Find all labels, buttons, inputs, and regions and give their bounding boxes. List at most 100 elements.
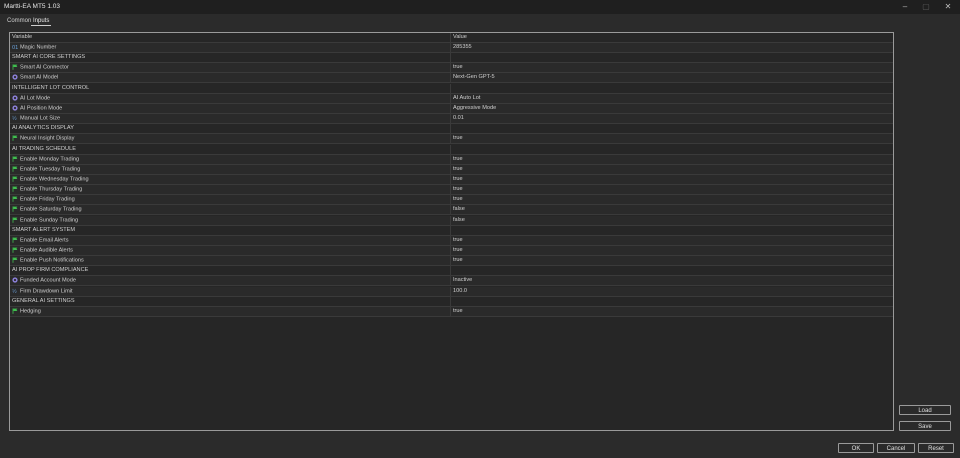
number-icon: 01	[12, 44, 18, 50]
value-column-header[interactable]: Value	[453, 34, 467, 40]
parameter-value[interactable]: Next-Gen GPT-5	[453, 74, 495, 80]
variable-label: Funded Account Mode	[20, 277, 76, 284]
column-divider	[450, 266, 451, 277]
flag-icon	[12, 186, 18, 192]
variable-column-header[interactable]: Variable	[12, 34, 32, 40]
save-button[interactable]: Save	[899, 421, 951, 431]
parameter-value[interactable]: true	[453, 176, 463, 182]
section-title: INTELLIGENT LOT CONTROL	[12, 85, 89, 91]
column-divider	[450, 205, 451, 216]
parameter-value[interactable]: Inactive	[453, 277, 472, 283]
parameter-value[interactable]: AI Auto Lot	[453, 95, 480, 101]
svg-text:01: 01	[12, 45, 18, 50]
column-divider	[450, 63, 451, 74]
parameter-value[interactable]: true	[453, 64, 463, 70]
section-row[interactable]: GENERAL AI SETTINGS	[10, 296, 893, 307]
flag-icon	[12, 237, 18, 243]
parameter-value[interactable]: true	[453, 166, 463, 172]
column-divider	[450, 296, 451, 307]
parameter-row[interactable]: AI Lot Mode AI Auto Lot	[10, 93, 893, 104]
variable-label: Neural Insight Display	[20, 135, 75, 142]
parameter-value[interactable]: true	[453, 135, 463, 141]
parameter-row[interactable]: Enable Push Notifications true	[10, 256, 893, 267]
parameter-value[interactable]: 285355	[453, 44, 472, 50]
parameter-value[interactable]: false	[453, 217, 465, 223]
parameter-row[interactable]: AI Position Mode Aggressive Mode	[10, 103, 893, 114]
parameter-row[interactable]: ½ Firm Drawdown Limit 100.0	[10, 286, 893, 297]
parameter-value[interactable]: true	[453, 247, 463, 253]
ok-button[interactable]: OK	[838, 443, 874, 453]
close-icon[interactable]: ✕	[942, 1, 954, 13]
tab-inputs[interactable]: Inputs	[31, 17, 52, 26]
variable-label: Enable Monday Trading	[20, 156, 80, 163]
parameter-row[interactable]: Enable Wednesday Trading true	[10, 174, 893, 185]
parameter-value[interactable]: true	[453, 186, 463, 192]
parameter-name: Enable Email Alerts	[12, 237, 69, 244]
parameter-name: 01 Magic Number	[12, 44, 56, 51]
reset-button[interactable]: Reset	[918, 443, 954, 453]
parameter-value[interactable]: true	[453, 237, 463, 243]
flag-icon	[12, 196, 18, 203]
enum-icon	[12, 95, 18, 101]
enum-icon	[12, 277, 18, 284]
parameter-name: Enable Push Notifications	[12, 257, 84, 264]
parameter-value[interactable]: false	[453, 206, 465, 212]
parameter-row[interactable]: Smart AI Model Next-Gen GPT-5	[10, 73, 893, 84]
parameter-name: Enable Sunday Trading	[12, 216, 78, 224]
parameter-row[interactable]: Enable Email Alerts true	[10, 235, 893, 246]
parameter-row[interactable]: 01 Magic Number 285355	[10, 43, 893, 53]
column-divider	[450, 33, 451, 43]
flag-icon	[12, 308, 18, 314]
variable-label: Smart AI Model	[20, 74, 59, 81]
section-row[interactable]: AI PROP FIRM COMPLIANCE	[10, 266, 893, 277]
parameter-name: ½ Manual Lot Size	[12, 115, 60, 122]
parameter-value[interactable]: 100.0	[453, 288, 467, 294]
parameter-value[interactable]: Aggressive Mode	[453, 105, 496, 111]
section-row[interactable]: INTELLIGENT LOT CONTROL	[10, 83, 893, 94]
section-row[interactable]: AI TRADING SCHEDULE	[10, 144, 893, 155]
section-title: AI PROP FIRM COMPLIANCE	[12, 267, 88, 273]
variable-label: AI PROP FIRM COMPLIANCE	[12, 267, 89, 274]
variable-label: Enable Thursday Trading	[20, 186, 83, 193]
load-button[interactable]: Load	[899, 405, 951, 415]
parameter-row[interactable]: Enable Sunday Trading false	[10, 215, 893, 226]
parameter-row[interactable]: Funded Account Mode Inactive	[10, 276, 893, 287]
parameter-row[interactable]: Enable Friday Trading true	[10, 195, 893, 206]
parameter-row[interactable]: Hedging true	[10, 306, 893, 317]
column-divider	[450, 124, 451, 135]
parameter-value[interactable]: true	[453, 308, 463, 314]
cancel-button[interactable]: Cancel	[877, 443, 915, 453]
parameter-row[interactable]: Neural Insight Display true	[10, 134, 893, 145]
parameter-row[interactable]: Enable Tuesday Trading true	[10, 164, 893, 175]
parameter-value[interactable]: true	[453, 257, 463, 263]
tab-common[interactable]: Common	[5, 17, 33, 25]
variable-label: AI TRADING SCHEDULE	[12, 145, 76, 152]
section-title: AI TRADING SCHEDULE	[12, 146, 76, 152]
flag-icon	[12, 216, 18, 223]
minimize-icon[interactable]: –	[899, 1, 911, 13]
parameter-row[interactable]: Enable Thursday Trading true	[10, 185, 893, 196]
parameter-row[interactable]: Smart AI Connector true	[10, 63, 893, 74]
section-row[interactable]: SMART AI CORE SETTINGS	[10, 53, 893, 64]
parameter-name: Enable Audible Alerts	[12, 247, 73, 254]
maximize-icon: ▢	[922, 2, 930, 11]
variable-label: Magic Number	[20, 44, 57, 51]
variable-label: AI Position Mode	[20, 105, 63, 112]
section-row[interactable]: SMART ALERT SYSTEM	[10, 225, 893, 236]
parameter-name: Enable Friday Trading	[12, 196, 75, 203]
parameter-value[interactable]: true	[453, 156, 463, 162]
variable-label: Manual Lot Size	[20, 115, 61, 122]
section-row[interactable]: AI ANALYTICS DISPLAY	[10, 124, 893, 135]
variable-label: INTELLIGENT LOT CONTROL	[12, 84, 90, 91]
variable-label: Enable Audible Alerts	[20, 247, 73, 254]
svg-text:½: ½	[12, 288, 17, 294]
parameter-value[interactable]: 0.01	[453, 115, 464, 121]
parameter-name: Neural Insight Display	[12, 135, 74, 142]
column-divider	[450, 83, 451, 94]
parameter-row[interactable]: Enable Monday Trading true	[10, 154, 893, 165]
column-divider	[450, 134, 451, 145]
parameter-value[interactable]: true	[453, 196, 463, 202]
parameter-row[interactable]: ½ Manual Lot Size 0.01	[10, 114, 893, 125]
parameter-row[interactable]: Enable Audible Alerts true	[10, 246, 893, 256]
parameter-row[interactable]: Enable Saturday Trading false	[10, 205, 893, 216]
